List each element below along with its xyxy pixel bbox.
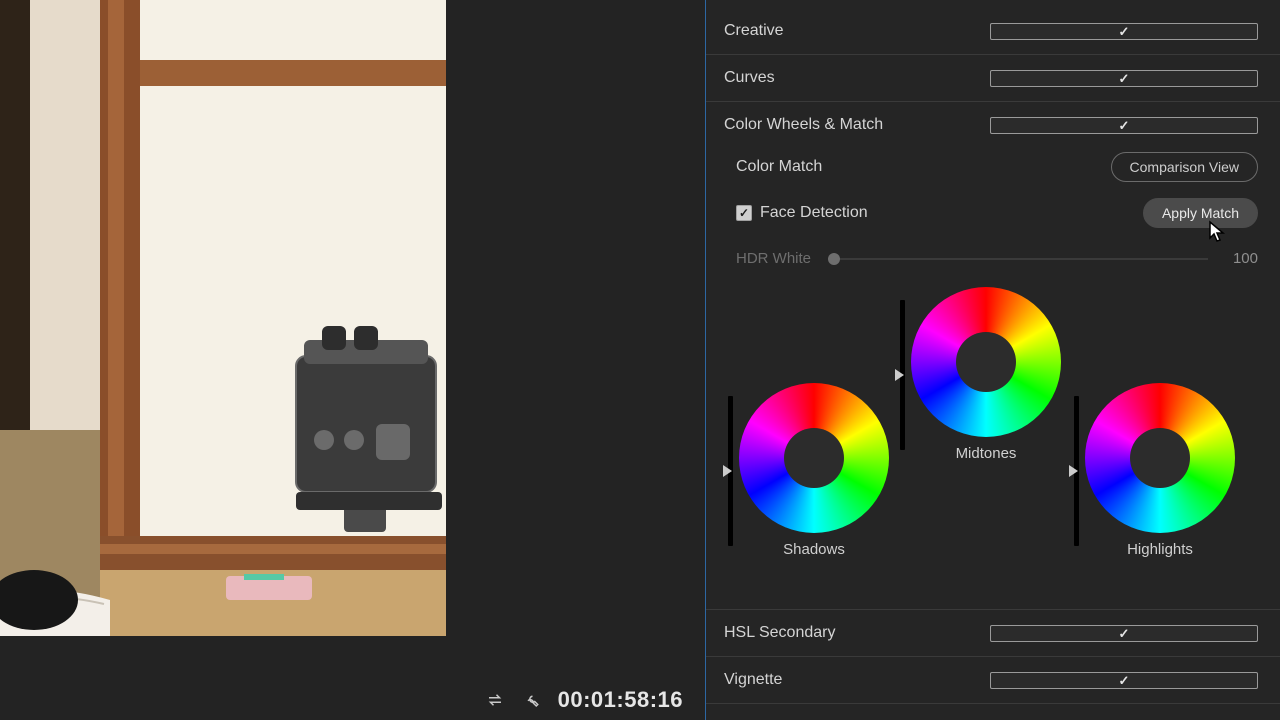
- face-detection-checkbox[interactable]: [736, 205, 752, 221]
- wheel-group-highlights: Highlights: [1074, 383, 1235, 558]
- shadows-label: Shadows: [783, 541, 845, 558]
- preview-toolbar: 00:01:58:16: [0, 680, 705, 720]
- face-detection-label: Face Detection: [760, 204, 868, 222]
- video-still-image: [0, 0, 446, 636]
- slider-handle-icon[interactable]: [895, 369, 904, 381]
- apply-match-button[interactable]: Apply Match: [1143, 198, 1258, 228]
- wrench-icon[interactable]: [522, 691, 540, 709]
- section-curves[interactable]: Curves: [706, 55, 1280, 102]
- color-match-label: Color Match: [724, 158, 822, 176]
- section-header[interactable]: Color Wheels & Match: [706, 102, 1280, 148]
- video-preview[interactable]: [0, 0, 446, 636]
- section-title: Vignette: [724, 671, 990, 689]
- section-color-wheels-match: Color Wheels & Match Color Match Compari…: [706, 102, 1280, 610]
- hdr-white-row: HDR White 100: [724, 250, 1258, 267]
- section-title: Creative: [724, 22, 990, 40]
- program-monitor: 00:01:58:16: [0, 0, 706, 720]
- app-root: 00:01:58:16 Creative Curves Color Wheels…: [0, 0, 1280, 720]
- hdr-white-value: 100: [1218, 250, 1258, 267]
- wheel-group-midtones: Midtones: [900, 287, 1061, 462]
- timecode[interactable]: 00:01:58:16: [558, 687, 683, 713]
- highlights-wheel[interactable]: [1085, 383, 1235, 533]
- hdr-white-thumb: [828, 253, 840, 265]
- section-hsl-secondary[interactable]: HSL Secondary: [706, 610, 1280, 657]
- section-creative[interactable]: Creative: [706, 8, 1280, 55]
- swap-icon[interactable]: [486, 691, 504, 709]
- section-title: HSL Secondary: [724, 624, 990, 642]
- toggle-creative[interactable]: [990, 23, 1258, 40]
- highlights-label: Highlights: [1127, 541, 1193, 558]
- midtones-label: Midtones: [956, 445, 1017, 462]
- section-title: Color Wheels & Match: [724, 116, 990, 134]
- slider-handle-icon[interactable]: [1069, 465, 1078, 477]
- midtones-luma-slider[interactable]: [900, 300, 905, 450]
- lumetri-panel: Creative Curves Color Wheels & Match Col…: [706, 0, 1280, 720]
- shadows-wheel[interactable]: [739, 383, 889, 533]
- toggle-hsl[interactable]: [990, 625, 1258, 642]
- slider-handle-icon[interactable]: [723, 465, 732, 477]
- hdr-white-label: HDR White: [724, 250, 824, 267]
- toggle-vignette[interactable]: [990, 672, 1258, 689]
- shadows-luma-slider[interactable]: [728, 396, 733, 546]
- color-wheels: Midtones Shadows: [724, 287, 1258, 587]
- toggle-color-wheels[interactable]: [990, 117, 1258, 134]
- midtones-wheel[interactable]: [911, 287, 1061, 437]
- highlights-luma-slider[interactable]: [1074, 396, 1079, 546]
- comparison-view-button[interactable]: Comparison View: [1111, 152, 1258, 182]
- section-title: Curves: [724, 69, 990, 87]
- wheel-group-shadows: Shadows: [728, 383, 889, 558]
- section-vignette[interactable]: Vignette: [706, 657, 1280, 704]
- hdr-white-slider: [834, 258, 1208, 260]
- toggle-curves[interactable]: [990, 70, 1258, 87]
